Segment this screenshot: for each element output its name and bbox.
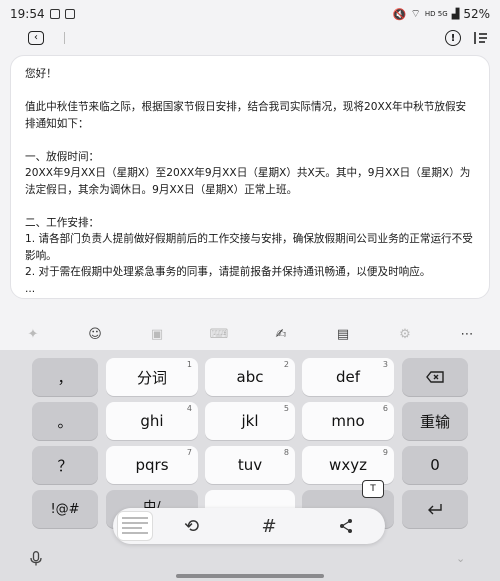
keyboard-bottom-row: ⌄ — [0, 548, 500, 581]
keyboard: ， 分词 1 abc 2 def 3 。 ghi 4 jkl 5 mno 6 重输 ？ pq… — [0, 350, 500, 581]
status-time: 19:54 — [10, 7, 45, 21]
mute-icon: 🔇 — [392, 7, 407, 21]
gallery-icon — [49, 9, 60, 19]
backspace-key[interactable] — [402, 358, 468, 396]
share-icon[interactable] — [308, 518, 385, 534]
clipboard-suggestion-bar: ⟲ # — [113, 508, 385, 544]
status-bar: 19:54 🔇 ⌔ HD 5G ▟ 52% — [0, 0, 500, 28]
hashtag-icon[interactable]: # — [230, 516, 307, 537]
key-pqrs[interactable]: pqrs 7 — [106, 446, 198, 484]
undo-box-icon[interactable]: ‹ — [28, 31, 44, 45]
key-abc[interactable]: abc 2 — [205, 358, 295, 396]
enter-icon — [428, 504, 442, 515]
info-circle-icon[interactable]: ! — [445, 30, 461, 46]
battery-percent: 52% — [463, 7, 490, 21]
scan-text-icon[interactable]: T — [362, 480, 384, 498]
network-label: HD 5G — [424, 10, 448, 18]
keyboard-layout-icon[interactable]: ⌨ — [210, 325, 229, 343]
hide-keyboard-icon[interactable]: ⌄ — [456, 552, 465, 565]
zero-key[interactable]: 0 — [402, 446, 468, 484]
symbols-key[interactable]: !@# — [32, 490, 98, 528]
note-editor[interactable]: 您好！ 值此中秋佳节来临之际，根据国家节假日安排，结合我司实际情况，现将20XX… — [10, 55, 490, 299]
editor-line: 1. 请各部门负责人提前做好假期前后的工作交接与安排，确保放假期间公司业务的正常… — [25, 233, 473, 262]
key-tuv[interactable]: tuv 8 — [205, 446, 295, 484]
key-ghi[interactable]: ghi 4 — [106, 402, 198, 440]
reenter-key[interactable]: 重输 — [402, 402, 468, 440]
key-fenci[interactable]: 分词 1 — [106, 358, 198, 396]
clipboard-icon[interactable]: ▤ — [334, 325, 352, 343]
microphone-icon[interactable] — [30, 551, 42, 566]
editor-line: 20XX年9月XX日（星期X）至20XX年9月XX日（星期X）共X天。其中，9月… — [25, 167, 471, 196]
handwriting-icon[interactable]: ✍ — [272, 325, 290, 343]
ai-sparkle-icon[interactable]: ✦ — [24, 325, 42, 343]
sticker-icon[interactable]: ▣ — [148, 325, 166, 343]
key-wxyz[interactable]: wxyz 9 — [302, 446, 394, 484]
period-key[interactable]: 。 — [32, 402, 98, 440]
keyboard-toolbar: ✦ ☺ ▣ ⌨ ✍ ▤ ⚙ ⋯ — [0, 318, 500, 350]
signal-icon: ▟ — [451, 8, 460, 20]
edit-image-icon[interactable]: ⟲ — [153, 516, 230, 537]
wifi-icon: ⌔ — [410, 7, 421, 20]
editor-line: 2. 对于需在假期中处理紧急事务的同事，请提前报备并保持通讯畅通，以便及时响应。 — [25, 266, 431, 278]
text-cursor — [64, 32, 65, 44]
editor-line: ... — [25, 282, 36, 295]
backspace-icon — [426, 371, 444, 383]
question-key[interactable]: ？ — [32, 446, 98, 484]
editor-line: 您好！ — [25, 68, 57, 80]
home-indicator[interactable] — [176, 574, 324, 578]
key-jkl[interactable]: jkl 5 — [205, 402, 295, 440]
text-format-icon[interactable] — [473, 30, 489, 46]
settings-icon[interactable]: ⚙ — [396, 325, 414, 343]
app-bar: ‹ ! — [0, 28, 500, 50]
more-icon[interactable]: ⋯ — [458, 325, 476, 343]
editor-line: 值此中秋佳节来临之际，根据国家节假日安排，结合我司实际情况，现将20XX年中秋节… — [25, 101, 467, 130]
clipboard-thumbnail[interactable] — [117, 511, 153, 541]
screenshot-icon — [64, 9, 75, 19]
key-mno[interactable]: mno 6 — [302, 402, 394, 440]
key-def[interactable]: def 3 — [302, 358, 394, 396]
comma-key[interactable]: ， — [32, 358, 98, 396]
editor-line: 二、工作安排： — [25, 216, 100, 229]
editor-line: 一、放假时间： — [25, 150, 100, 163]
emoji-icon[interactable]: ☺ — [86, 325, 104, 343]
enter-key[interactable] — [402, 490, 468, 528]
